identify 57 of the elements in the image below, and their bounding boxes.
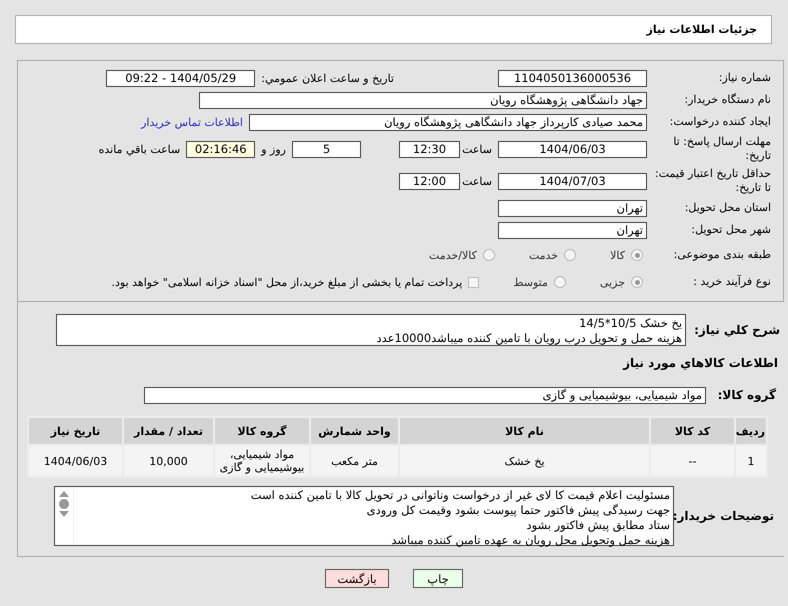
field-label: ساعت <box>461 142 493 156</box>
field-label: طبقه بندی موضوعی: <box>672 248 772 262</box>
radio-label: جزیی <box>598 276 626 288</box>
requester-field[interactable]: محمد صیادی کارپرداز جهاد دانشگاهی پژوهشگاه رویان <box>249 114 647 130</box>
buyer-org-field[interactable]: جهاد دانشگاهی پژوهشگاه رویان <box>199 92 647 108</box>
column-header: واحد شمارش <box>310 417 399 445</box>
radio-label: متوسط <box>512 276 549 288</box>
days-field[interactable]: 5 <box>292 140 361 158</box>
field-label: توضیحات خریدار: <box>674 509 775 523</box>
column-header: ردیف <box>735 417 767 445</box>
announce-date-field[interactable]: 1404/05/29 - 09:22 <box>106 70 256 86</box>
print-button[interactable]: چاپ <box>413 569 463 588</box>
goods-group-field[interactable]: مواد شیمیایی، بیوشیمیایی و گازی <box>144 386 706 404</box>
column-header: تعداد / مقدار <box>123 417 214 445</box>
remaining-time-field[interactable]: 02:16:46 <box>186 140 256 158</box>
field-label: استان محل تحویل: <box>684 201 772 215</box>
field-label: ایجاد کننده درخواست: <box>668 115 772 129</box>
time-field[interactable]: 12:30 <box>399 140 460 158</box>
field-label: مهلت ارسال پاسخ: تا تاریخ: <box>672 135 772 163</box>
field-label: شماره نیاز: <box>718 71 772 85</box>
field-label: روز و <box>260 142 287 156</box>
date-field[interactable]: 1404/06/03 <box>498 140 647 158</box>
table-cell: مواد شیمیایی، بیوشیمیایی و گازی <box>214 445 310 477</box>
table-cell: 1404/06/03 <box>28 445 123 477</box>
field-label: تاریخ و ساعت اعلان عمومي: <box>260 72 395 84</box>
field-label: شرح کلي نياز: <box>694 323 781 337</box>
province-field[interactable]: تهران <box>498 200 647 216</box>
table-cell: 1 <box>735 445 767 477</box>
table-cell: 10,000 <box>123 445 214 477</box>
table-cell: یخ خشک <box>399 445 650 477</box>
table-cell: متر مکعب <box>310 445 399 477</box>
radio-label: کالا/خدمت <box>428 248 478 262</box>
need-number-field[interactable]: 1104050136000536 <box>498 70 647 86</box>
buyer-contact-link[interactable]: اطلاعات تماس خریدار <box>135 116 249 128</box>
table-cell: -- <box>650 445 735 477</box>
field-label: نام دستگاه خریدار: <box>683 93 772 107</box>
back-button[interactable]: بازگشت <box>325 569 389 588</box>
field-label: ساعت باقي مانده <box>98 142 182 156</box>
field-label: ساعت <box>461 174 493 188</box>
field-label: شهر محل تحویل: <box>690 223 772 237</box>
field-label: نوع فرآیند خرید : <box>692 275 772 289</box>
field-label: گروه کالا: <box>716 388 777 402</box>
radio-label: کالا <box>609 248 626 262</box>
checkbox-label: پرداخت تمام یا بخشی از مبلغ خرید،از محل "اسناد خزانه اسلامی" خواهد بود. <box>110 276 464 288</box>
column-header: تاریخ نیاز <box>28 417 123 445</box>
description-textarea[interactable]: یخ خشک 10/5*14/5 هزینه حمل و تحویل درب رویان با تامین کننده میباشد10000عدد <box>56 314 686 346</box>
column-header: کد کالا <box>650 417 735 445</box>
field-label: حداقل تاریخ اعتبار قیمت: تا تاریخ: <box>654 167 772 195</box>
buyer-notes-textarea[interactable]: مسئولیت اعلام قیمت کا لای غیر از درخواست وناتوانی در تحویل کالا با تامین کننده است جهت رسیدگی پیش فاکتور حتما پیوست بشود وقیمت کل ورودی ستاد مطابق پیش فاکتور بشود هزینه حمل وتحویل محل رویان به عهده تامین کننده میباشد <box>54 486 674 546</box>
date-field[interactable]: 1404/07/03 <box>498 172 647 190</box>
column-header: گروه کالا <box>214 417 310 445</box>
page-title: جزئیات اطلاعات نیاز <box>646 23 757 36</box>
section-title: اطلاعات کالاهاي مورد نياز <box>623 356 778 370</box>
column-header: نام کالا <box>399 417 650 445</box>
city-field[interactable]: تهران <box>498 222 647 238</box>
radio-label: خدمت <box>528 248 560 262</box>
time-field[interactable]: 12:00 <box>399 172 460 190</box>
